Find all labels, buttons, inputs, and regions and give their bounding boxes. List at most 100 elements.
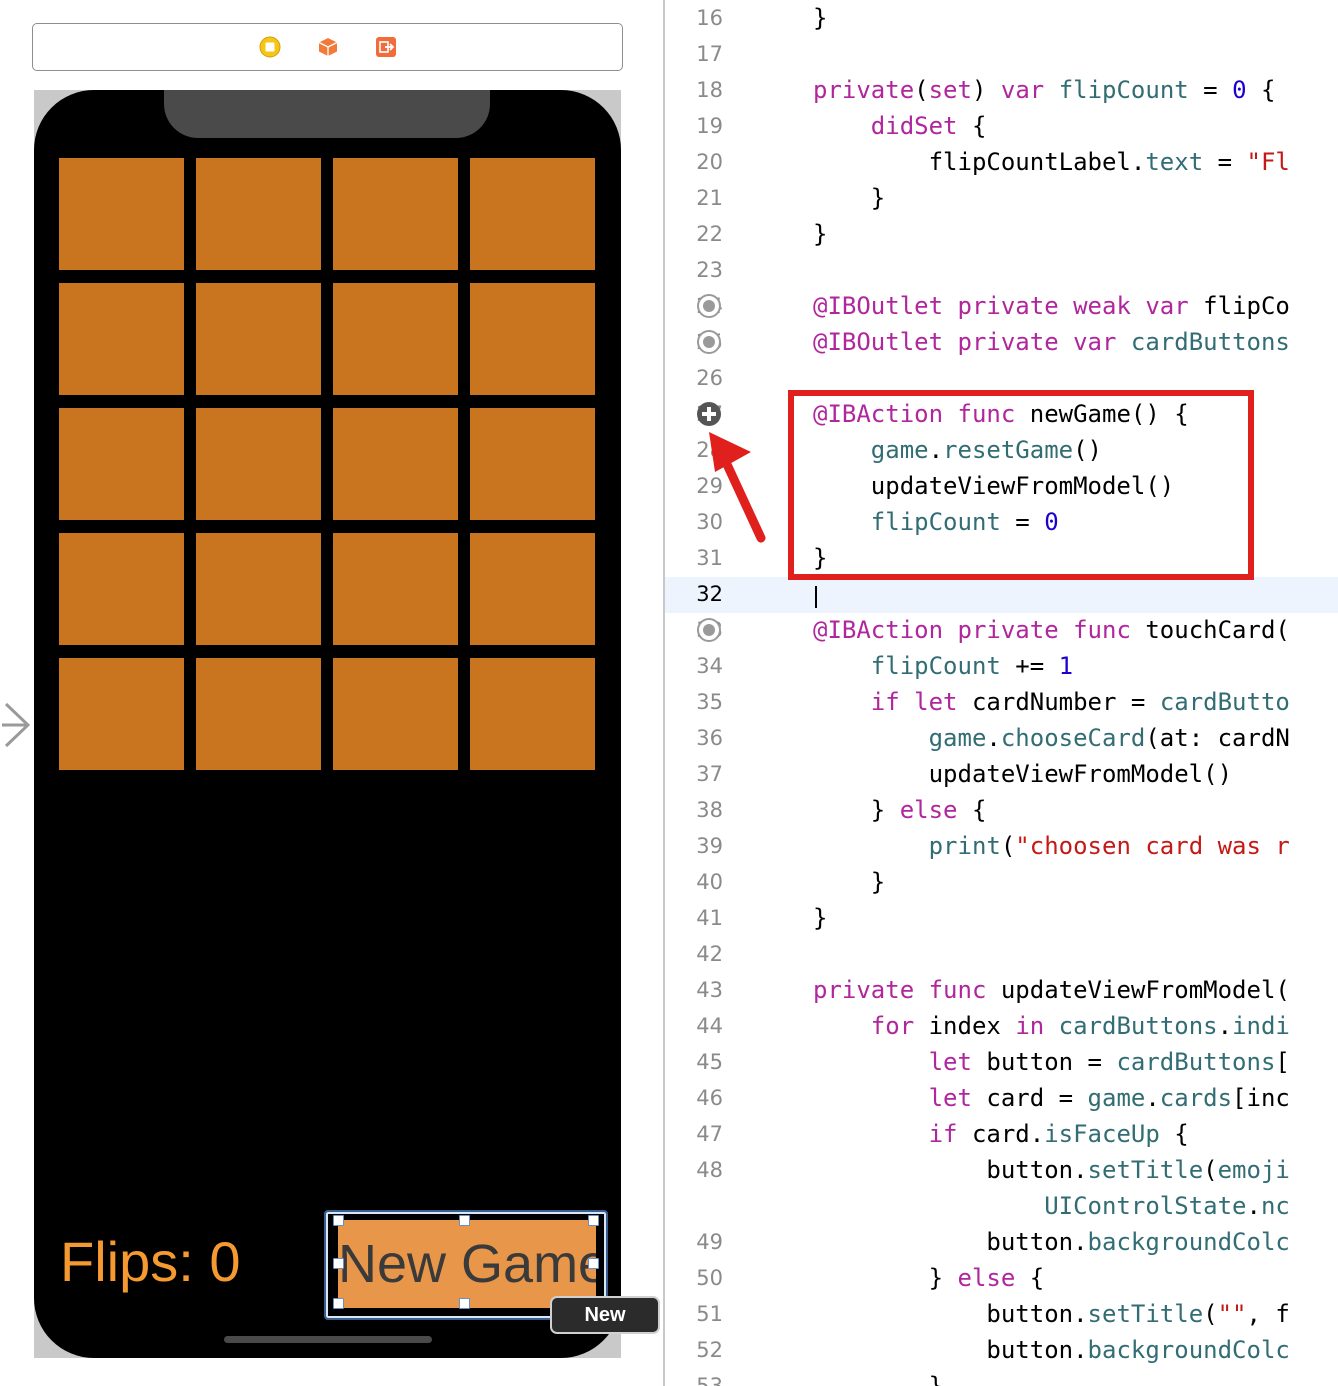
code-line[interactable]: UIControlState.nc bbox=[665, 1188, 1338, 1224]
code-line[interactable]: 36 game.chooseCard(at: cardN bbox=[665, 720, 1338, 756]
card-button[interactable] bbox=[196, 533, 321, 645]
code-line[interactable]: 40 } bbox=[665, 864, 1338, 900]
code-line[interactable]: 47 if card.isFaceUp { bbox=[665, 1116, 1338, 1152]
card-button[interactable] bbox=[333, 658, 458, 770]
scene-dock bbox=[32, 23, 623, 71]
card-button[interactable] bbox=[196, 283, 321, 395]
card-button[interactable] bbox=[470, 158, 595, 270]
home-indicator bbox=[224, 1336, 432, 1343]
code-text: game.chooseCard(at: cardN bbox=[928, 724, 1290, 752]
card-button[interactable] bbox=[470, 533, 595, 645]
code-line[interactable]: 51 button.setTitle("", f bbox=[665, 1296, 1338, 1332]
code-line[interactable]: 22} bbox=[665, 216, 1338, 252]
code-text: private func updateViewFromModel( bbox=[813, 976, 1290, 1004]
code-line[interactable]: 38 } else { bbox=[665, 792, 1338, 828]
code-line[interactable]: 49 button.backgroundColc bbox=[665, 1224, 1338, 1260]
card-button[interactable] bbox=[470, 658, 595, 770]
card-button[interactable] bbox=[333, 408, 458, 520]
line-number: 17 bbox=[696, 42, 723, 66]
code-text: @IBOutlet private var cardButtons bbox=[813, 328, 1290, 356]
card-button[interactable] bbox=[59, 533, 184, 645]
resize-handle[interactable] bbox=[333, 1215, 344, 1226]
code-text: } bbox=[813, 1372, 944, 1386]
iphone-view[interactable]: Flips: 0 New Game bbox=[34, 90, 621, 1358]
line-number: 32 bbox=[696, 582, 723, 606]
card-button[interactable] bbox=[333, 533, 458, 645]
code-line[interactable]: 48 button.setTitle(emoji bbox=[665, 1152, 1338, 1188]
line-number: 16 bbox=[696, 6, 723, 30]
outlet-connection-icon[interactable] bbox=[696, 293, 722, 319]
exit-icon[interactable] bbox=[375, 36, 397, 58]
code-line[interactable]: 37 updateViewFromModel() bbox=[665, 756, 1338, 792]
storyboard-canvas: Flips: 0 New Game New bbox=[0, 0, 664, 1386]
code-line[interactable]: 24@IBOutlet private weak var flipCo bbox=[665, 288, 1338, 324]
code-text: flipCount += 1 bbox=[870, 652, 1074, 680]
line-number: 37 bbox=[696, 762, 723, 786]
code-text: @IBAction private func touchCard( bbox=[813, 616, 1290, 644]
view-controller-icon[interactable] bbox=[259, 36, 281, 58]
new-game-button[interactable]: New Game bbox=[338, 1220, 596, 1308]
code-line[interactable]: 19 didSet { bbox=[665, 108, 1338, 144]
card-button[interactable] bbox=[333, 283, 458, 395]
resize-handle[interactable] bbox=[588, 1258, 599, 1269]
card-button[interactable] bbox=[59, 408, 184, 520]
card-button[interactable] bbox=[59, 283, 184, 395]
line-number: 34 bbox=[696, 654, 723, 678]
code-line[interactable]: 35 if let cardNumber = cardButto bbox=[665, 684, 1338, 720]
line-number: 50 bbox=[696, 1266, 723, 1290]
flips-label[interactable]: Flips: 0 bbox=[60, 1232, 241, 1292]
code-line[interactable]: 53 } bbox=[665, 1368, 1338, 1386]
line-number: 36 bbox=[696, 726, 723, 750]
line-number: 19 bbox=[696, 114, 723, 138]
code-line[interactable]: 16} bbox=[665, 0, 1338, 36]
line-number: 39 bbox=[696, 834, 723, 858]
code-line[interactable]: 44 for index in cardButtons.indi bbox=[665, 1008, 1338, 1044]
code-line[interactable]: 23 bbox=[665, 252, 1338, 288]
code-line[interactable]: 43 private func updateViewFromModel( bbox=[665, 972, 1338, 1008]
code-line[interactable]: 18 private(set) var flipCount = 0 { bbox=[665, 72, 1338, 108]
card-button[interactable] bbox=[59, 658, 184, 770]
code-line[interactable]: 25@IBOutlet private var cardButtons bbox=[665, 324, 1338, 360]
code-line[interactable]: 46 let card = game.cards[inc bbox=[665, 1080, 1338, 1116]
source-editor[interactable]: 16} 17 18 private(set) var flipCount = 0 {1… bbox=[665, 0, 1338, 1386]
resize-handle[interactable] bbox=[333, 1298, 344, 1309]
card-button[interactable] bbox=[196, 408, 321, 520]
card-button[interactable] bbox=[470, 283, 595, 395]
text-cursor bbox=[815, 586, 817, 608]
code-text: button.setTitle(emoji bbox=[813, 1156, 1290, 1184]
code-line[interactable]: 45 let button = cardButtons[ bbox=[665, 1044, 1338, 1080]
action-connection-icon[interactable] bbox=[696, 617, 722, 643]
line-number: 23 bbox=[696, 258, 723, 282]
code-line[interactable]: 39 print("choosen card was r bbox=[665, 828, 1338, 864]
line-number: 44 bbox=[696, 1014, 723, 1038]
code-line[interactable]: 32 bbox=[665, 576, 1338, 612]
card-button[interactable] bbox=[196, 158, 321, 270]
resize-handle[interactable] bbox=[459, 1215, 470, 1226]
card-button[interactable] bbox=[59, 158, 184, 270]
code-line[interactable]: 20 flipCountLabel.text = "Fl bbox=[665, 144, 1338, 180]
resize-handle[interactable] bbox=[459, 1298, 470, 1309]
code-line[interactable]: 50 } else { bbox=[665, 1260, 1338, 1296]
code-line[interactable]: 52 button.backgroundColc bbox=[665, 1332, 1338, 1368]
card-button[interactable] bbox=[196, 658, 321, 770]
card-button[interactable] bbox=[333, 158, 458, 270]
resize-handle[interactable] bbox=[588, 1215, 599, 1226]
code-text: button.setTitle("", f bbox=[813, 1300, 1290, 1328]
code-text: if card.isFaceUp { bbox=[928, 1120, 1189, 1148]
code-line[interactable]: 33@IBAction private func touchCard( bbox=[665, 612, 1338, 648]
code-line[interactable]: 21 } bbox=[665, 180, 1338, 216]
add-connection-icon[interactable] bbox=[696, 401, 722, 427]
first-responder-icon[interactable] bbox=[317, 36, 339, 58]
code-text: } bbox=[813, 904, 828, 932]
resize-handle[interactable] bbox=[333, 1258, 344, 1269]
code-line[interactable]: 42 bbox=[665, 936, 1338, 972]
code-line[interactable]: 34 flipCount += 1 bbox=[665, 648, 1338, 684]
code-text: if let cardNumber = cardButto bbox=[870, 688, 1290, 716]
entry-point-arrow-icon[interactable] bbox=[0, 700, 30, 750]
code-line[interactable]: 17 bbox=[665, 36, 1338, 72]
code-line[interactable]: 41} bbox=[665, 900, 1338, 936]
outlet-connection-icon[interactable] bbox=[696, 329, 722, 355]
card-button[interactable] bbox=[470, 408, 595, 520]
line-number: 52 bbox=[696, 1338, 723, 1362]
line-number: 48 bbox=[696, 1158, 723, 1182]
